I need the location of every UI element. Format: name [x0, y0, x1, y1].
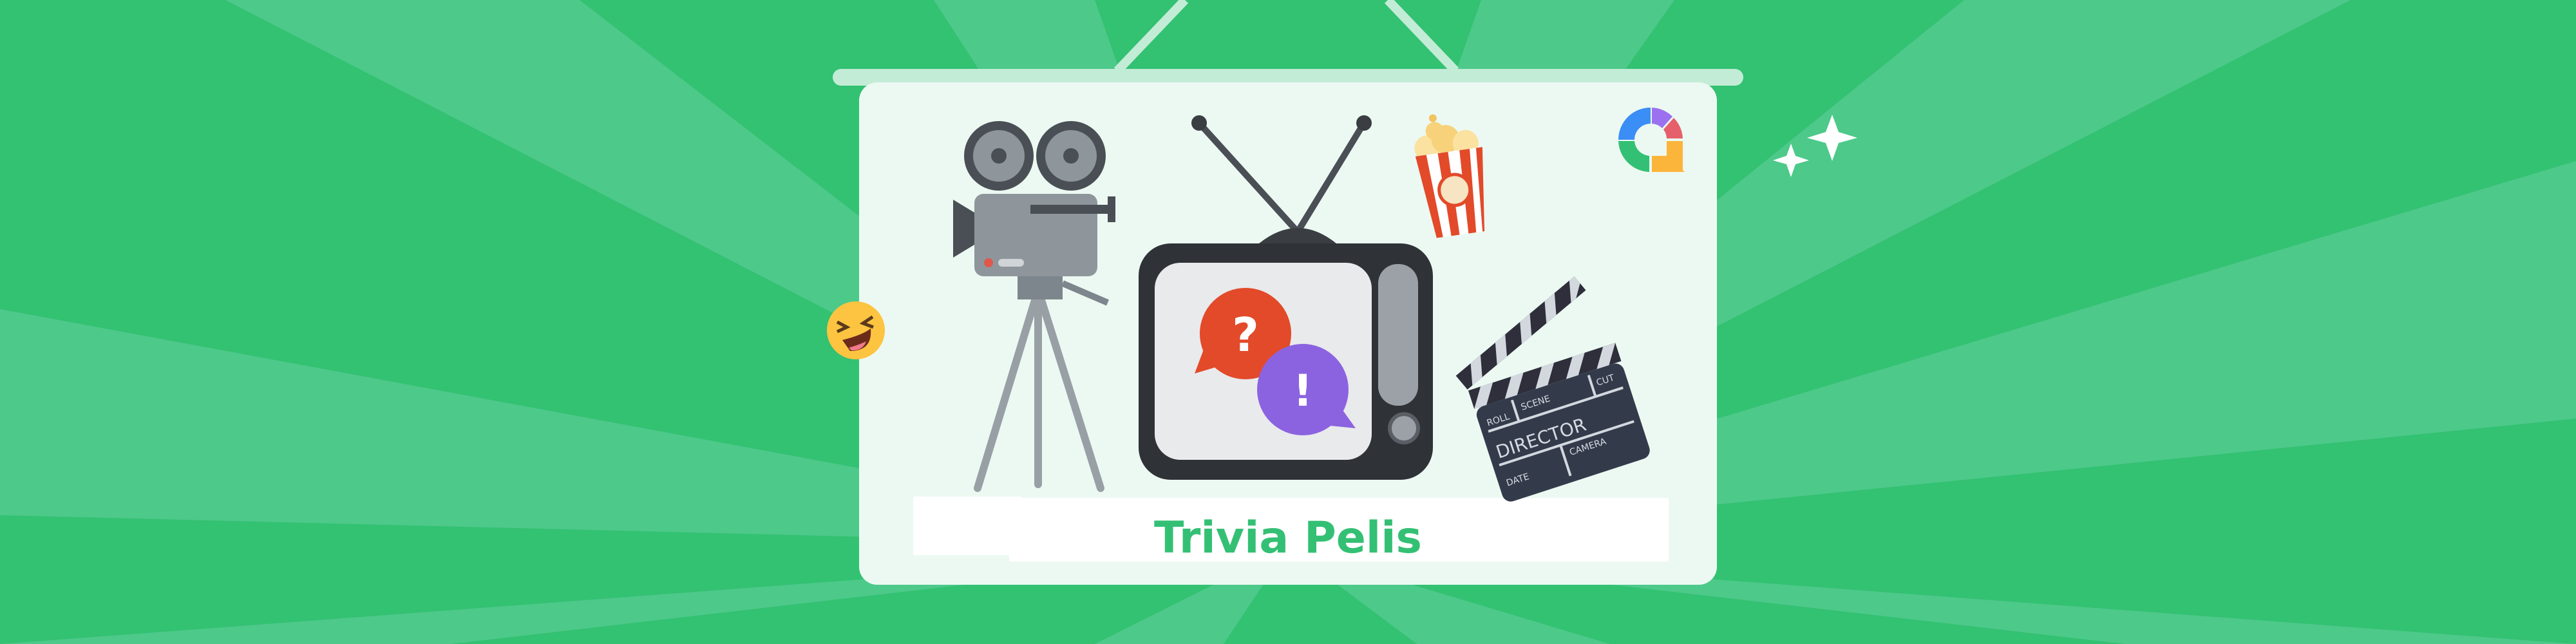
svg-text:!: ! [1293, 366, 1312, 417]
title-box: Trivia Pelis [913, 497, 1669, 564]
page-title: Trivia Pelis [1154, 513, 1422, 564]
svg-text:?: ? [1232, 308, 1259, 362]
banner-canvas: Trivia Pelis ? ! ROLL SCENE CUT DIRECTOR… [0, 0, 2576, 644]
laughing-emoji-icon [827, 301, 885, 359]
